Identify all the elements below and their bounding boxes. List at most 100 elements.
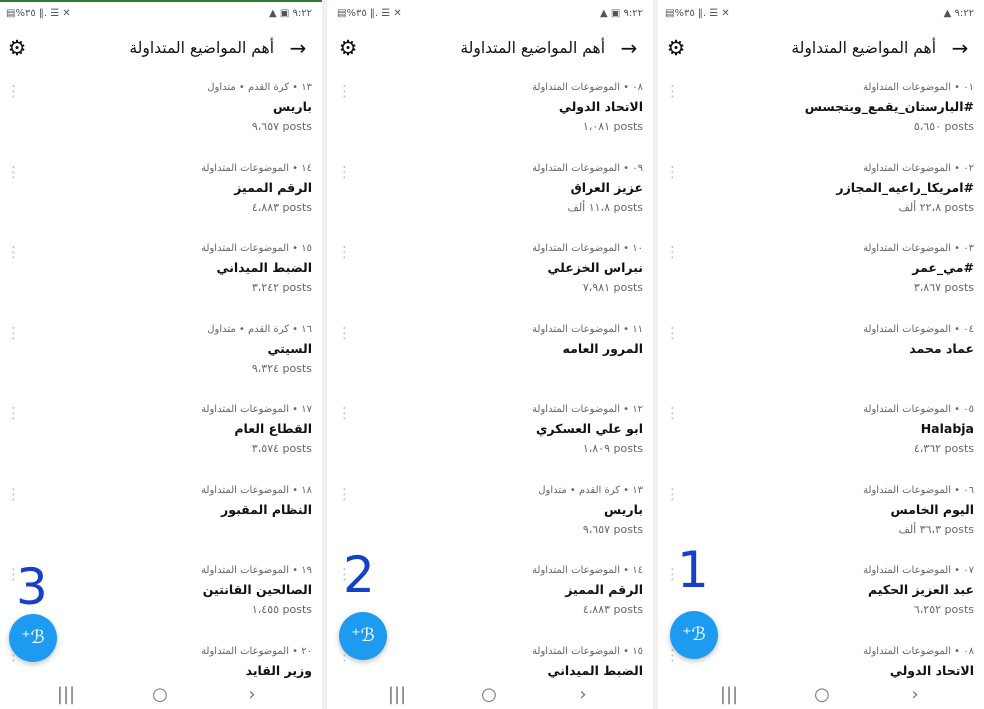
trend-item[interactable]: ⋮ ١١ • الموضوعات المتداولة المرور العامه	[331, 320, 653, 400]
trend-item[interactable]: ⋮ ١٠ • الموضوعات المتداولة نبراس الخزعلي ٧،…	[331, 239, 653, 319]
gear-icon[interactable]: ⚙	[4, 35, 30, 61]
more-vertical-icon[interactable]: ⋮	[665, 84, 680, 99]
back-arrow-icon[interactable]: →	[286, 35, 310, 61]
home-icon[interactable]: ○	[469, 680, 509, 709]
trend-name: عزيز العراق	[570, 179, 643, 195]
trend-item[interactable]: ⋮ ٠٤ • الموضوعات المتداولة عماد محمد	[659, 320, 984, 400]
trend-post-count: ٣،٥٧٤ posts	[251, 442, 312, 455]
more-vertical-icon[interactable]: ⋮	[337, 164, 352, 179]
more-vertical-icon[interactable]: ⋮	[665, 486, 680, 501]
system-nav-bar: ||| ○ ›	[331, 680, 653, 709]
trend-item[interactable]: ⋮ ١٤ • الموضوعات المتداولة الرقم المميز ٤،٨…	[0, 159, 322, 239]
trend-item[interactable]: ⋮ ١٢ • الموضوعات المتداولة ابو علي العسكري…	[331, 400, 653, 480]
trend-item[interactable]: ⋮ ١٨ • الموضوعات المتداولة النظام المقبور	[0, 481, 322, 561]
trend-name: المرور العامه	[562, 340, 644, 356]
more-vertical-icon[interactable]: ⋮	[665, 325, 680, 340]
status-icons: ▤%٣٥ ‖. ☰ ✕	[665, 8, 730, 19]
recent-apps-icon[interactable]: |||	[377, 680, 417, 709]
home-icon[interactable]: ○	[140, 680, 180, 709]
trend-post-count: ٧،٩٨١ posts	[582, 281, 643, 294]
more-vertical-icon[interactable]: ⋮	[337, 84, 352, 99]
trend-name: عماد محمد	[909, 340, 974, 356]
more-vertical-icon[interactable]: ⋮	[6, 486, 21, 501]
trend-topic: ٠٤ • الموضوعات المتداولة	[863, 323, 974, 335]
trend-item[interactable]: ⋮ ١٦ • كرة القدم • متداول السيتي ٩،٣٢٤ post…	[0, 320, 322, 400]
annotation-number: 2	[343, 546, 375, 604]
page-title: أهم المواضيع المتداولة	[460, 39, 605, 57]
trend-post-count: ٢٢،٨ ألف posts	[898, 200, 974, 214]
trend-post-count: ٣٦،٣ ألف posts	[898, 522, 974, 536]
trending-list: ⋮ ٠٨ • الموضوعات المتداولة الاتحاد الدولي ١…	[331, 68, 653, 680]
trend-post-count: ١،٨٠٩ posts	[582, 442, 643, 455]
trend-post-count: ٩،٣٢٤ posts	[251, 361, 312, 375]
trend-item[interactable]: ⋮ ٠٥ • الموضوعات المتداولة Halabja ٤،٣٦٢ po…	[659, 400, 984, 480]
divider	[653, 0, 658, 709]
trend-name: نبراس الخزعلي	[547, 260, 643, 275]
status-time: ▲ ٩:٢٢	[943, 8, 974, 19]
trend-name: #امريكا_راعيه_المجازر	[836, 179, 974, 195]
trend-name: الضبط الميداني	[547, 662, 643, 678]
more-vertical-icon[interactable]: ⋮	[6, 406, 21, 421]
trend-item[interactable]: ⋮ ٠٩ • الموضوعات المتداولة عزيز العراق ١١،٨…	[331, 159, 653, 239]
compose-button[interactable]: ⁺ℬ	[339, 612, 387, 660]
back-chevron-icon[interactable]: ›	[232, 680, 272, 709]
recent-apps-icon[interactable]: |||	[709, 680, 749, 709]
trend-item[interactable]: ⋮ ٠١ • الموضوعات المتداولة #البارستان_يقمع…	[659, 78, 984, 158]
trend-post-count: ٤،٣٦٢ posts	[913, 442, 974, 455]
back-chevron-icon[interactable]: ›	[563, 680, 603, 709]
more-vertical-icon[interactable]: ⋮	[337, 325, 352, 340]
back-arrow-icon[interactable]: →	[948, 35, 972, 61]
trend-topic: ١٣ • كرة القدم • متداول	[207, 82, 312, 93]
trend-item[interactable]: ⋮ ٠٨ • الموضوعات المتداولة الاتحاد الدولي ١…	[331, 78, 653, 158]
more-vertical-icon[interactable]: ⋮	[337, 245, 352, 260]
back-chevron-icon[interactable]: ›	[895, 680, 935, 709]
recent-apps-icon[interactable]: |||	[46, 680, 86, 709]
trend-item[interactable]: ⋮ ٠٣ • الموضوعات المتداولة #مي_عمر ٣،٨٦٧ po…	[659, 239, 984, 319]
trend-name: باريس	[604, 501, 643, 517]
more-vertical-icon[interactable]: ⋮	[6, 164, 21, 179]
more-vertical-icon[interactable]: ⋮	[6, 325, 21, 340]
trend-post-count: ٤،٨٨٣ posts	[582, 603, 643, 616]
phone-screen-3: ▤%٣٥ ‖. ☰ ✕ ▲ ▣ ٩:٢٢ ⚙ أهم المواضيع المت…	[0, 0, 322, 709]
gear-icon[interactable]: ⚙	[335, 35, 361, 61]
more-vertical-icon[interactable]: ⋮	[665, 406, 680, 421]
status-time: ▲ ▣ ٩:٢٢	[600, 8, 643, 19]
compose-button[interactable]: ⁺ℬ	[9, 614, 57, 662]
trend-item[interactable]: ⋮ ١٣ • كرة القدم • متداول باريس ٩،٦٥٧ posts	[0, 78, 322, 158]
more-vertical-icon[interactable]: ⋮	[6, 245, 21, 260]
feather-plus-icon: ⁺ℬ	[351, 625, 375, 646]
more-vertical-icon[interactable]: ⋮	[665, 567, 680, 582]
trend-item[interactable]: ⋮ ١٣ • كرة القدم • متداول باريس ٩،٦٥٧ posts	[331, 481, 653, 561]
trend-item[interactable]: ⋮ ١٥ • الموضوعات المتداولة الضبط الميداني ٣…	[0, 239, 322, 319]
trend-post-count: ٣،٢٤٢ posts	[251, 281, 312, 294]
more-vertical-icon[interactable]: ⋮	[337, 406, 352, 421]
compose-button[interactable]: ⁺ℬ	[670, 611, 718, 659]
trend-topic: ١٥ • الموضوعات المتداولة	[532, 645, 643, 657]
more-vertical-icon[interactable]: ⋮	[665, 164, 680, 179]
trend-item[interactable]: ⋮ ٠٢ • الموضوعات المتداولة #امريكا_راعيه_ا…	[659, 159, 984, 239]
trend-post-count: ٦،٢٥٢ posts	[913, 603, 974, 616]
gear-icon[interactable]: ⚙	[663, 35, 689, 61]
feather-plus-icon: ⁺ℬ	[682, 624, 706, 645]
trend-name: #البارستان_يقمع_ويتجسس	[804, 99, 974, 114]
home-icon[interactable]: ○	[802, 680, 842, 709]
app-header: ⚙ أهم المواضيع المتداولة →	[331, 32, 653, 66]
trend-topic: ٠٧ • الموضوعات المتداولة	[863, 565, 974, 576]
app-header: ⚙ أهم المواضيع المتداولة →	[0, 32, 322, 66]
trend-name: الاتحاد الدولي	[889, 662, 974, 678]
back-arrow-icon[interactable]: →	[617, 35, 641, 61]
system-nav-bar: ||| ○ ›	[659, 680, 984, 709]
trend-topic: ٠٣ • الموضوعات المتداولة	[863, 243, 974, 254]
divider	[322, 0, 327, 709]
phone-screen-2: ▤%٣٥ ‖. ☰ ✕ ▲ ▣ ٩:٢٢ ⚙ أهم المواضيع المت…	[331, 0, 653, 709]
trend-item[interactable]: ⋮ ١٧ • الموضوعات المتداولة القطاع العام ٣،٥…	[0, 400, 322, 480]
trend-topic: ٠٦ • الموضوعات المتداولة	[863, 484, 974, 496]
more-vertical-icon[interactable]: ⋮	[337, 486, 352, 501]
trend-topic: ٠١ • الموضوعات المتداولة	[863, 82, 974, 93]
trend-topic: ١٤ • الموضوعات المتداولة	[201, 162, 312, 174]
more-vertical-icon[interactable]: ⋮	[6, 84, 21, 99]
status-bar: ▤%٣٥ ‖. ☰ ✕ ▲ ٩:٢٢	[659, 8, 984, 24]
more-vertical-icon[interactable]: ⋮	[665, 245, 680, 260]
trend-name: ابو علي العسكري	[535, 421, 643, 436]
annotation-number: 1	[677, 541, 709, 599]
